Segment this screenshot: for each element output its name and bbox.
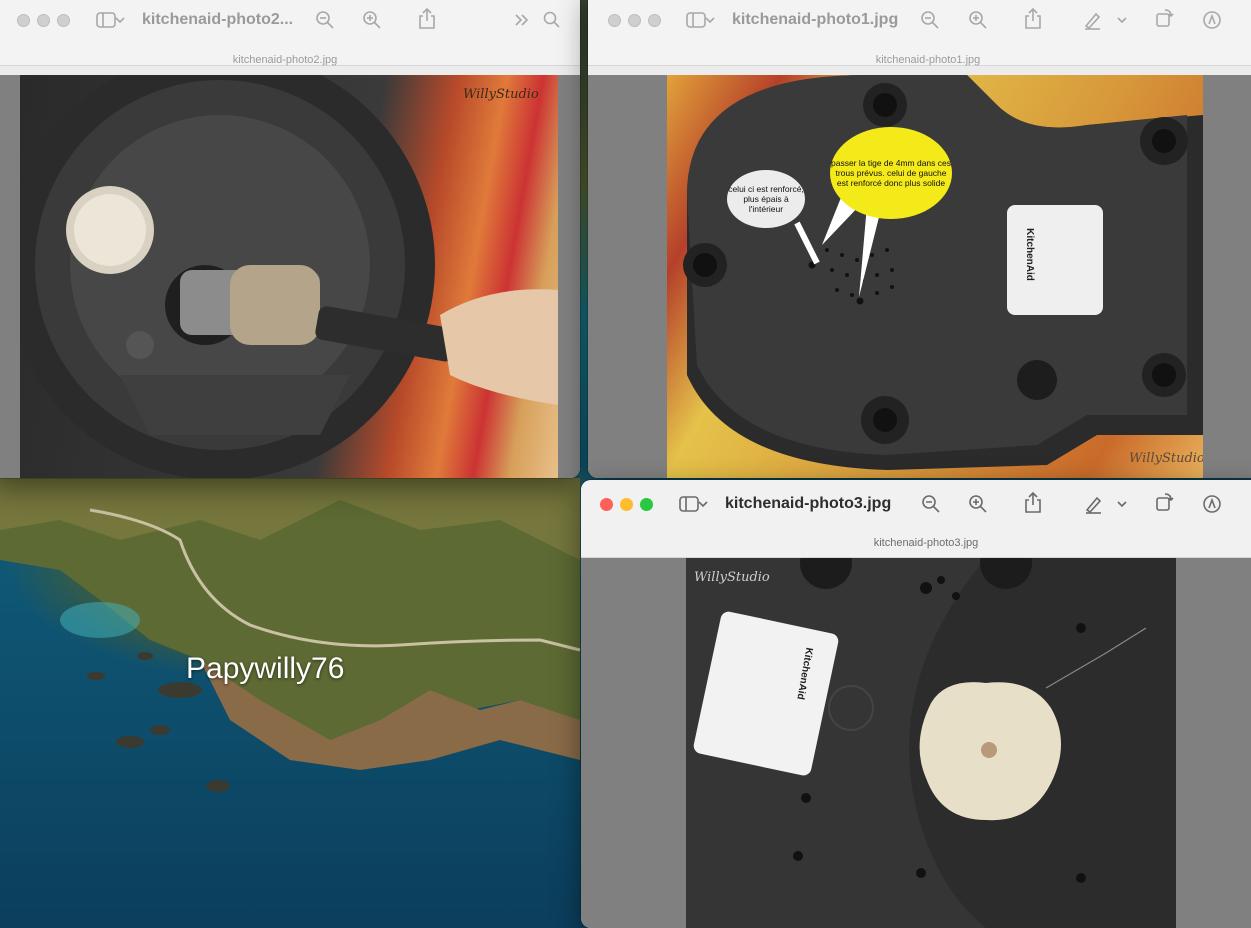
search-icon[interactable] bbox=[540, 8, 564, 32]
document-filename: kitchenaid-photo2.jpg bbox=[232, 54, 338, 66]
zoom-out-icon[interactable] bbox=[313, 8, 337, 32]
preview-window-photo1[interactable]: kitchenaid-photo1.jpg kitchenaid-photo1.… bbox=[588, 0, 1251, 478]
chevron-down-icon[interactable] bbox=[704, 8, 716, 32]
window-titlebar[interactable]: kitchenaid-photo3.jpg kitchenaid-photo3.… bbox=[581, 480, 1251, 558]
chevron-down-icon[interactable] bbox=[1116, 492, 1128, 516]
window-title: kitchenaid-photo1.jpg bbox=[732, 11, 899, 28]
rotate-icon[interactable] bbox=[1152, 6, 1176, 30]
desktop-label: Papywilly76 bbox=[186, 652, 345, 685]
kitchenaid-photo3-image: KitchenAid WillyStudio bbox=[686, 558, 1176, 928]
chevron-down-icon[interactable] bbox=[697, 492, 709, 516]
chevron-down-icon[interactable] bbox=[1116, 8, 1128, 32]
close-button[interactable] bbox=[17, 14, 30, 27]
rotate-icon[interactable] bbox=[1152, 490, 1176, 514]
window-title: kitchenaid-photo3.jpg bbox=[725, 495, 892, 512]
zoom-out-icon[interactable] bbox=[919, 492, 943, 516]
watermark: WillyStudio bbox=[463, 87, 539, 102]
photo2-illustration bbox=[20, 75, 558, 478]
preview-window-photo2[interactable]: kitchenaid-photo2... kitchenaid-photo2.j… bbox=[0, 0, 580, 478]
document-filename: kitchenaid-photo3.jpg bbox=[873, 537, 979, 549]
zoom-out-icon[interactable] bbox=[918, 8, 942, 32]
chevron-down-icon[interactable] bbox=[114, 8, 126, 32]
photo3-illustration bbox=[686, 558, 1176, 928]
watermark: WillyStudio bbox=[1129, 451, 1203, 466]
kitchenaid-photo2-image: WillyStudio bbox=[20, 75, 558, 478]
zoom-button[interactable] bbox=[57, 14, 70, 27]
minimize-button[interactable] bbox=[628, 14, 641, 27]
close-button[interactable] bbox=[600, 498, 613, 511]
annotation-bubble-left: celui ci est renforcé, plus épais à l'in… bbox=[727, 170, 805, 228]
minimize-button[interactable] bbox=[620, 498, 633, 511]
share-icon[interactable] bbox=[415, 6, 439, 30]
share-icon[interactable] bbox=[1021, 490, 1045, 514]
zoom-in-icon[interactable] bbox=[966, 492, 990, 516]
image-canvas[interactable]: KitchenAid WillyStudio bbox=[581, 558, 1251, 928]
zoom-button[interactable] bbox=[648, 14, 661, 27]
kitchenaid-photo1-image: celui ci est renforcé, plus épais à l'in… bbox=[667, 75, 1203, 478]
markup-pen-icon[interactable] bbox=[1080, 8, 1104, 32]
image-canvas[interactable]: celui ci est renforcé, plus épais à l'in… bbox=[588, 75, 1251, 478]
zoom-in-icon[interactable] bbox=[966, 8, 990, 32]
close-button[interactable] bbox=[608, 14, 621, 27]
more-chevron-icon[interactable] bbox=[510, 8, 534, 32]
annotation-bubble-right: passer la tige de 4mm dans ces trous pré… bbox=[830, 127, 952, 219]
share-icon[interactable] bbox=[1021, 6, 1045, 30]
window-title: kitchenaid-photo2... bbox=[142, 11, 294, 28]
image-canvas[interactable]: WillyStudio bbox=[0, 75, 580, 478]
photo1-illustration bbox=[683, 75, 1203, 470]
zoom-button[interactable] bbox=[640, 498, 653, 511]
preview-window-photo3[interactable]: kitchenaid-photo3.jpg kitchenaid-photo3.… bbox=[581, 480, 1251, 928]
watermark: WillyStudio bbox=[694, 570, 770, 585]
annotate-icon[interactable] bbox=[1200, 8, 1224, 32]
window-titlebar[interactable]: kitchenaid-photo1.jpg kitchenaid-photo1.… bbox=[588, 0, 1251, 66]
window-titlebar[interactable]: kitchenaid-photo2... kitchenaid-photo2.j… bbox=[0, 0, 580, 66]
minimize-button[interactable] bbox=[37, 14, 50, 27]
product-label-brand: KitchenAid bbox=[1023, 228, 1035, 281]
markup-pen-icon[interactable] bbox=[1081, 492, 1105, 516]
document-filename: kitchenaid-photo1.jpg bbox=[875, 54, 981, 66]
zoom-in-icon[interactable] bbox=[360, 8, 384, 32]
annotate-icon[interactable] bbox=[1200, 492, 1224, 516]
